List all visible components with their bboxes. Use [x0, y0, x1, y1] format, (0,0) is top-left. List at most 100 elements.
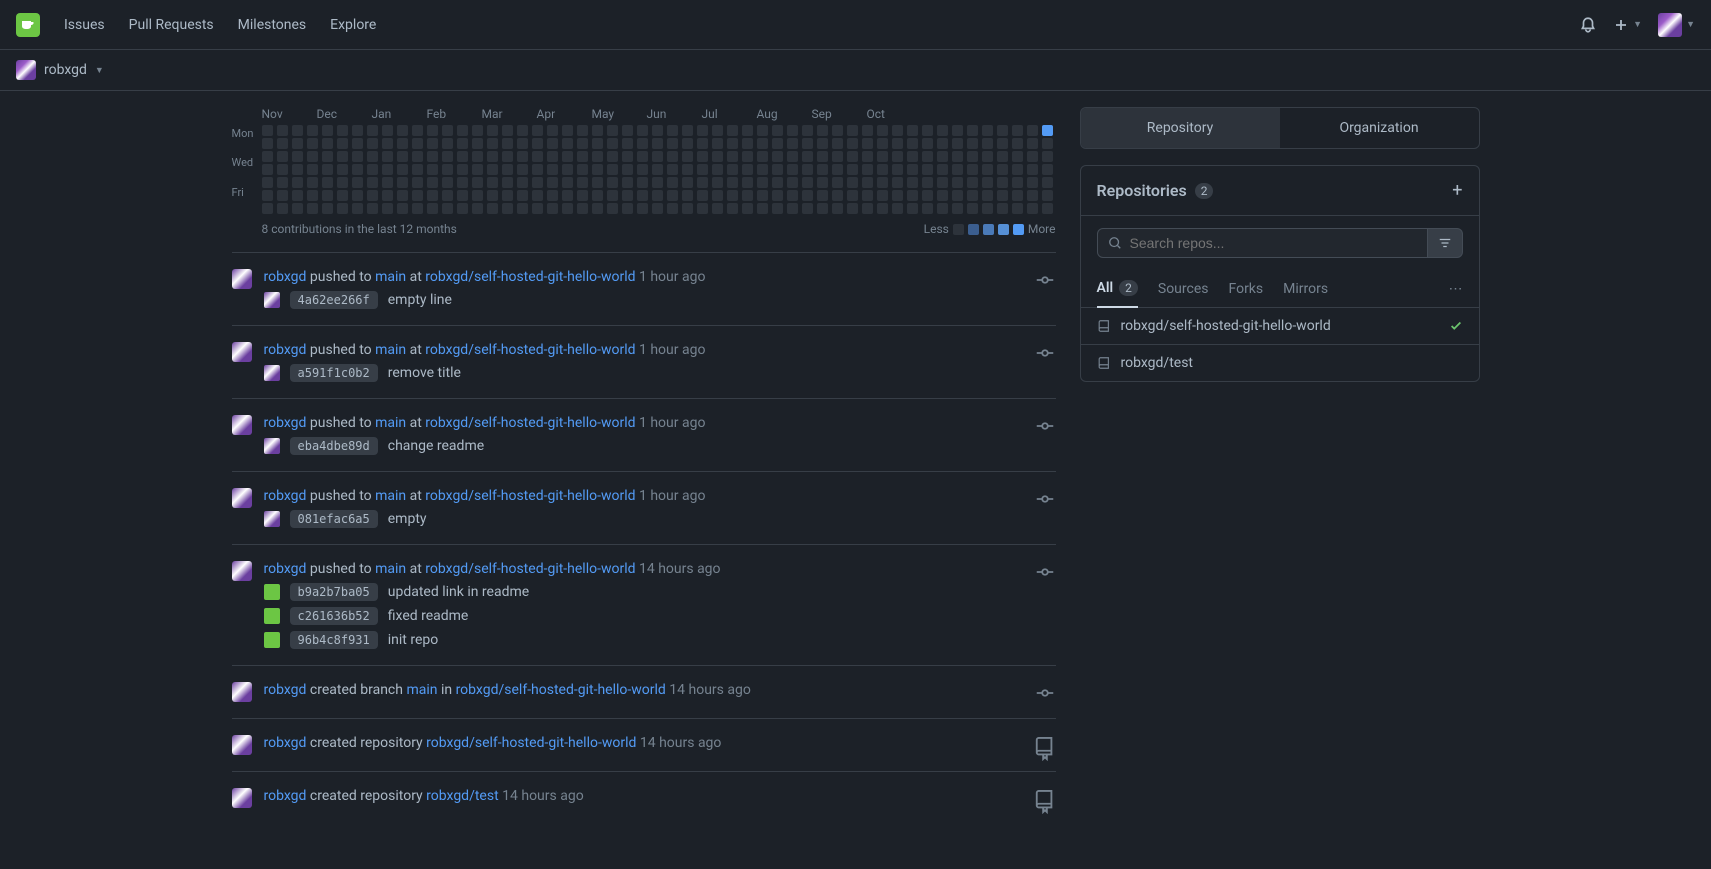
heatmap-cell[interactable]	[982, 151, 993, 162]
user-context-dropdown[interactable]: robxgd ▼	[16, 60, 104, 80]
heatmap-cell[interactable]	[322, 177, 333, 188]
heatmap-cell[interactable]	[622, 177, 633, 188]
heatmap-cell[interactable]	[592, 203, 603, 214]
heatmap-cell[interactable]	[337, 151, 348, 162]
heatmap-cell[interactable]	[532, 125, 543, 136]
heatmap-cell[interactable]	[652, 151, 663, 162]
heatmap-cell[interactable]	[502, 138, 513, 149]
heatmap-cell[interactable]	[277, 151, 288, 162]
heatmap-cell[interactable]	[292, 164, 303, 175]
repo-link[interactable]: robxgd/self-hosted-git-hello-world	[425, 269, 635, 285]
heatmap-cell[interactable]	[712, 203, 723, 214]
heatmap-cell[interactable]	[622, 151, 633, 162]
heatmap-cell[interactable]	[1042, 138, 1053, 149]
heatmap-cell[interactable]	[817, 151, 828, 162]
heatmap-cell[interactable]	[922, 177, 933, 188]
heatmap-cell[interactable]	[547, 151, 558, 162]
heatmap-cell[interactable]	[307, 138, 318, 149]
heatmap-cell[interactable]	[697, 125, 708, 136]
heatmap-cell[interactable]	[607, 164, 618, 175]
heatmap-cell[interactable]	[877, 177, 888, 188]
heatmap-cell[interactable]	[772, 177, 783, 188]
heatmap-cell[interactable]	[292, 125, 303, 136]
heatmap-cell[interactable]	[877, 203, 888, 214]
user-link[interactable]: robxgd	[264, 561, 307, 577]
heatmap-cell[interactable]	[622, 190, 633, 201]
heatmap-cell[interactable]	[442, 177, 453, 188]
heatmap-cell[interactable]	[487, 203, 498, 214]
heatmap-cell[interactable]	[877, 164, 888, 175]
heatmap-cell[interactable]	[442, 151, 453, 162]
heatmap-cell[interactable]	[742, 190, 753, 201]
tab-organization[interactable]: Organization	[1280, 108, 1479, 148]
heatmap-cell[interactable]	[652, 138, 663, 149]
heatmap-cell[interactable]	[397, 177, 408, 188]
heatmap-cell[interactable]	[367, 138, 378, 149]
heatmap-cell[interactable]	[997, 125, 1008, 136]
heatmap-cell[interactable]	[547, 203, 558, 214]
heatmap-cell[interactable]	[967, 125, 978, 136]
heatmap-cell[interactable]	[967, 151, 978, 162]
heatmap-cell[interactable]	[262, 151, 273, 162]
heatmap-cell[interactable]	[427, 151, 438, 162]
heatmap-cell[interactable]	[562, 125, 573, 136]
heatmap-cell[interactable]	[532, 177, 543, 188]
heatmap-cell[interactable]	[802, 190, 813, 201]
heatmap-cell[interactable]	[352, 138, 363, 149]
heatmap-cell[interactable]	[862, 203, 873, 214]
nav-milestones[interactable]: Milestones	[238, 17, 307, 33]
heatmap-cell[interactable]	[442, 190, 453, 201]
heatmap-cell[interactable]	[1042, 151, 1053, 162]
commit-sha[interactable]: 96b4c8f931	[290, 631, 378, 649]
heatmap-cell[interactable]	[292, 151, 303, 162]
heatmap-cell[interactable]	[862, 177, 873, 188]
heatmap-cell[interactable]	[547, 164, 558, 175]
repo-list-item[interactable]: robxgd/self-hosted-git-hello-world	[1081, 308, 1479, 345]
heatmap-cell[interactable]	[262, 203, 273, 214]
heatmap-cell[interactable]	[862, 125, 873, 136]
repo-tab-sources[interactable]: Sources	[1158, 271, 1209, 307]
heatmap-cell[interactable]	[742, 177, 753, 188]
heatmap-cell[interactable]	[817, 177, 828, 188]
heatmap-cell[interactable]	[862, 164, 873, 175]
heatmap-cell[interactable]	[817, 203, 828, 214]
heatmap-cell[interactable]	[877, 138, 888, 149]
heatmap-cell[interactable]	[832, 203, 843, 214]
heatmap-cell[interactable]	[982, 164, 993, 175]
heatmap-cell[interactable]	[1042, 164, 1053, 175]
heatmap-cell[interactable]	[577, 164, 588, 175]
heatmap-cell[interactable]	[847, 151, 858, 162]
heatmap-cell[interactable]	[367, 125, 378, 136]
heatmap-cell[interactable]	[262, 164, 273, 175]
heatmap-cell[interactable]	[787, 190, 798, 201]
heatmap-cell[interactable]	[277, 125, 288, 136]
heatmap-cell[interactable]	[892, 190, 903, 201]
heatmap-cell[interactable]	[697, 190, 708, 201]
repo-list-item[interactable]: robxgd/test	[1081, 345, 1479, 381]
heatmap-cell[interactable]	[937, 151, 948, 162]
commit-sha[interactable]: 081efac6a5	[290, 510, 378, 528]
heatmap-cell[interactable]	[772, 164, 783, 175]
heatmap-cell[interactable]	[862, 190, 873, 201]
new-repo-button[interactable]: +	[1452, 180, 1462, 201]
heatmap-cell[interactable]	[427, 203, 438, 214]
heatmap-cell[interactable]	[982, 138, 993, 149]
filter-button[interactable]	[1428, 228, 1463, 258]
heatmap-cell[interactable]	[952, 138, 963, 149]
heatmap-cell[interactable]	[982, 190, 993, 201]
heatmap-cell[interactable]	[667, 177, 678, 188]
heatmap-cell[interactable]	[667, 164, 678, 175]
repo-link[interactable]: robxgd/self-hosted-git-hello-world	[425, 561, 635, 577]
heatmap-cell[interactable]	[442, 125, 453, 136]
repo-search-input[interactable]	[1130, 235, 1417, 251]
heatmap-cell[interactable]	[412, 177, 423, 188]
heatmap-cell[interactable]	[847, 177, 858, 188]
heatmap-cell[interactable]	[877, 190, 888, 201]
heatmap-cell[interactable]	[637, 190, 648, 201]
heatmap-cell[interactable]	[562, 177, 573, 188]
heatmap-cell[interactable]	[967, 190, 978, 201]
heatmap-cell[interactable]	[337, 203, 348, 214]
tab-repository[interactable]: Repository	[1081, 108, 1280, 148]
heatmap-cell[interactable]	[652, 125, 663, 136]
heatmap-cell[interactable]	[562, 203, 573, 214]
